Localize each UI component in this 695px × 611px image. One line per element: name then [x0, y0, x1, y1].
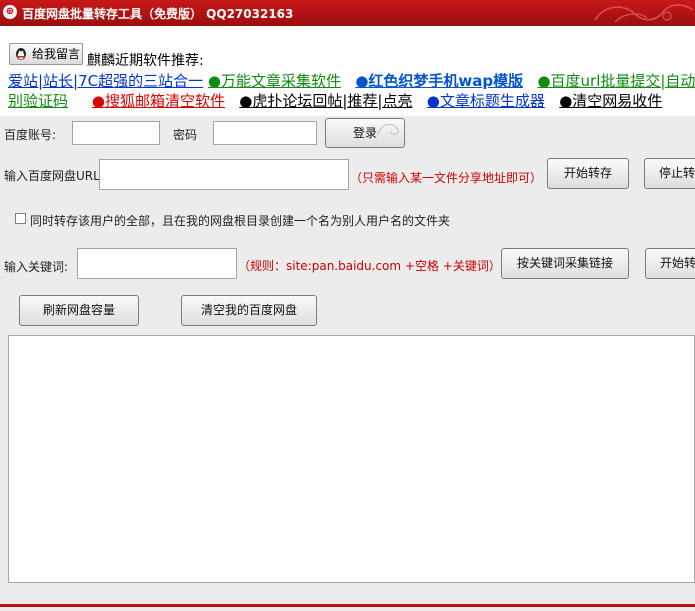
- promo-link-hupu[interactable]: ●虎扑论坛回帖|推荐|点亮: [239, 92, 412, 110]
- promo-link-wap-template[interactable]: ●红色织梦手机wap模版: [355, 72, 523, 90]
- start-keyword-transfer-label: 开始转: [660, 256, 695, 270]
- keyword-label: 输入关键词:: [4, 260, 69, 274]
- bottom-border: [0, 604, 695, 607]
- promo-link-netease-clear[interactable]: ●清空网易收件: [559, 92, 662, 110]
- start-transfer-button[interactable]: 开始转存: [547, 158, 629, 189]
- keyword-hint: （规则：site:pan.baidu.com +空格 +关键词）: [238, 259, 501, 273]
- swirl-decoration-icon: [377, 123, 399, 135]
- title-ornament-icon: [594, 4, 694, 23]
- leave-message-button[interactable]: 给我留言: [9, 43, 83, 65]
- refresh-capacity-button[interactable]: 刷新网盘容量: [19, 295, 139, 326]
- collect-by-keyword-button[interactable]: 按关键词采集链接: [501, 248, 629, 279]
- promo-heading: 麒麟近期软件推荐:: [87, 53, 204, 69]
- title-bar: ⊕ 百度网盘批量转存工具（免费版） QQ27032163: [0, 0, 695, 26]
- collect-by-keyword-label: 按关键词采集链接: [516, 256, 613, 270]
- app-icon: ⊕: [3, 5, 17, 19]
- start-transfer-label: 开始转存: [563, 166, 612, 180]
- promo-link-sohu-mail[interactable]: ●搜狐邮箱清空软件: [92, 92, 225, 110]
- window-title: 百度网盘批量转存工具（免费版） QQ27032163: [22, 7, 294, 21]
- share-url-input[interactable]: [99, 159, 349, 190]
- transfer-all-checkbox[interactable]: [15, 213, 26, 224]
- url-hint: （只需输入某一文件分享地址即可）: [350, 171, 543, 185]
- promo-link-aizhan[interactable]: 爱站|站长|7C超强的三站合一: [8, 72, 203, 90]
- transfer-all-label: 同时转存该用户的全部，且在我的网盘根目录创建一个名为别人用户名的文件夹: [30, 214, 451, 228]
- stop-transfer-label: 停止转: [659, 166, 695, 180]
- password-label: 密码: [173, 128, 198, 142]
- leave-message-label: 给我留言: [32, 47, 81, 61]
- promo-banner: 给我留言 麒麟近期软件推荐: 爱站|站长|7C超强的三站合一 ●万能文章采集软件…: [0, 26, 695, 116]
- url-label: 输入百度网盘URL: [4, 169, 100, 183]
- promo-row-2: 别验证码 ●搜狐邮箱清空软件 ●虎扑论坛回帖|推荐|点亮 ●文章标题生成器 ●清…: [8, 90, 662, 111]
- account-input[interactable]: [72, 121, 160, 145]
- account-label: 百度账号:: [4, 128, 57, 142]
- stop-transfer-button[interactable]: 停止转: [644, 158, 695, 189]
- refresh-capacity-label: 刷新网盘容量: [42, 303, 115, 317]
- start-keyword-transfer-button[interactable]: 开始转: [645, 248, 695, 279]
- promo-row-1: 爱站|站长|7C超强的三站合一 ●万能文章采集软件 ●红色织梦手机wap模版 ●…: [8, 70, 695, 91]
- promo-link-title-generator[interactable]: ●文章标题生成器: [427, 92, 545, 110]
- keyword-input[interactable]: [77, 248, 237, 279]
- clear-netdisk-button[interactable]: 清空我的百度网盘: [181, 295, 317, 326]
- login-button[interactable]: 登录: [325, 118, 405, 148]
- promo-link-url-submit[interactable]: ●百度url批量提交|自动: [537, 72, 695, 90]
- login-button-label: 登录: [352, 126, 377, 140]
- qq-penguin-icon: [16, 48, 26, 60]
- promo-link-article-collector[interactable]: ●万能文章采集软件: [208, 72, 341, 90]
- log-textarea[interactable]: [8, 335, 695, 583]
- promo-link-captcha[interactable]: 别验证码: [8, 92, 68, 110]
- password-input[interactable]: [213, 121, 317, 145]
- clear-netdisk-label: 清空我的百度网盘: [200, 303, 297, 317]
